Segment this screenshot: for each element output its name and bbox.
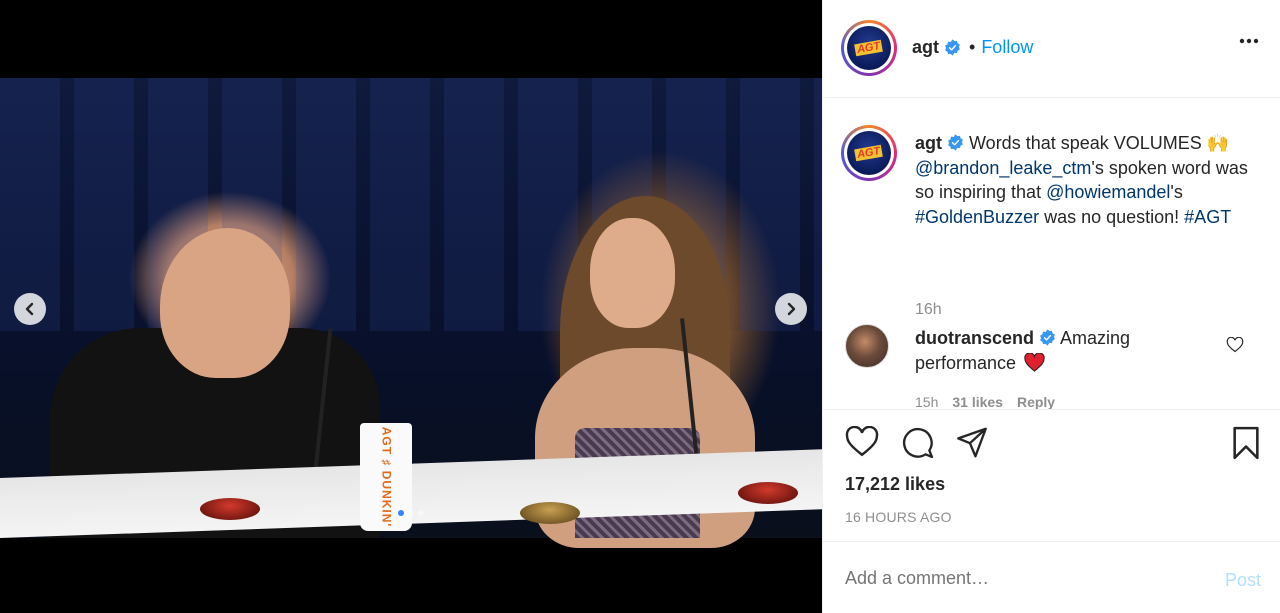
- golden-buzzer: [520, 502, 580, 524]
- caption-author-avatar[interactable]: AGT: [841, 125, 897, 181]
- judge-right-face: [590, 218, 675, 328]
- comment-like-heart-icon[interactable]: [1226, 337, 1244, 353]
- caption-part: 's: [1170, 182, 1183, 202]
- mention-link[interactable]: @brandon_leake_ctm: [915, 158, 1091, 178]
- author-avatar[interactable]: AGT: [841, 20, 897, 76]
- follow-button[interactable]: Follow: [981, 37, 1033, 58]
- post-sidebar: AGT agt • Follow AGT agt Words that spea…: [822, 0, 1280, 613]
- commenter-username[interactable]: duotranscend: [915, 328, 1034, 348]
- verified-badge-icon: [945, 39, 960, 56]
- author-row: agt • Follow: [912, 37, 1033, 58]
- post-media: AGT ♯ DUNKIN': [0, 0, 822, 613]
- reply-button[interactable]: Reply: [1017, 394, 1055, 409]
- add-comment-bar: Post: [823, 542, 1280, 613]
- hashtag-link[interactable]: #GoldenBuzzer: [915, 207, 1039, 227]
- buzzer: [200, 498, 260, 520]
- post-comment-button[interactable]: Post: [1225, 570, 1261, 591]
- likes-count[interactable]: 17,212 likes: [845, 474, 945, 495]
- commenter-avatar[interactable]: [845, 324, 889, 368]
- like-heart-icon[interactable]: [845, 426, 879, 458]
- verified-badge-icon: [1040, 329, 1055, 346]
- comment-likes-count[interactable]: 31 likes: [952, 394, 1003, 409]
- carousel-next-button[interactable]: [775, 293, 807, 325]
- avatar-logo-text: AGT: [854, 39, 884, 57]
- buzzer: [738, 482, 798, 504]
- comment-input[interactable]: [845, 568, 1205, 589]
- caption-timestamp[interactable]: 16h: [915, 301, 942, 319]
- mention-link[interactable]: @howiemandel: [1046, 182, 1170, 202]
- hashtag-link[interactable]: #AGT: [1184, 207, 1231, 227]
- separator-bullet: •: [969, 37, 976, 57]
- comment-bubble-icon[interactable]: [901, 426, 934, 459]
- save-bookmark-icon[interactable]: [1231, 426, 1261, 460]
- video-frame[interactable]: AGT ♯ DUNKIN': [0, 78, 822, 548]
- carousel-indicator: [398, 510, 424, 516]
- post-header: AGT agt • Follow: [823, 0, 1280, 98]
- cup-label: AGT ♯ DUNKIN': [379, 426, 394, 528]
- carousel-dot: [408, 510, 414, 516]
- comment-meta: 15h 31 likes Reply: [915, 394, 1069, 409]
- more-options-icon[interactable]: [1239, 38, 1259, 44]
- caption-part: was no question!: [1039, 206, 1185, 227]
- comment-timestamp[interactable]: 15h: [915, 394, 938, 409]
- carousel-dot: [418, 510, 424, 516]
- chevron-right-icon: [787, 302, 796, 316]
- post-actions: 17,212 likes 16 HOURS AGO: [823, 410, 1280, 542]
- verified-badge-icon: [948, 134, 963, 151]
- red-heart-emoji-icon: [1024, 352, 1045, 372]
- avatar-logo-text: AGT: [854, 144, 884, 162]
- carousel-dot: [398, 510, 404, 516]
- author-username[interactable]: agt: [912, 37, 939, 58]
- comments-area[interactable]: AGT agt Words that speak VOLUMES 🙌 @bran…: [823, 98, 1280, 410]
- post-timestamp[interactable]: 16 HOURS AGO: [845, 509, 952, 525]
- carousel-prev-button[interactable]: [14, 293, 46, 325]
- judge-left-head: [160, 228, 290, 378]
- caption-part: Words that speak VOLUMES 🙌: [969, 133, 1230, 153]
- share-paper-plane-icon[interactable]: [955, 426, 989, 459]
- caption-text: agt Words that speak VOLUMES 🙌 @brandon_…: [915, 131, 1255, 229]
- chevron-left-icon: [25, 302, 34, 316]
- caption-username[interactable]: agt: [915, 133, 942, 153]
- comment-text: duotranscend Amazing performance: [915, 326, 1175, 375]
